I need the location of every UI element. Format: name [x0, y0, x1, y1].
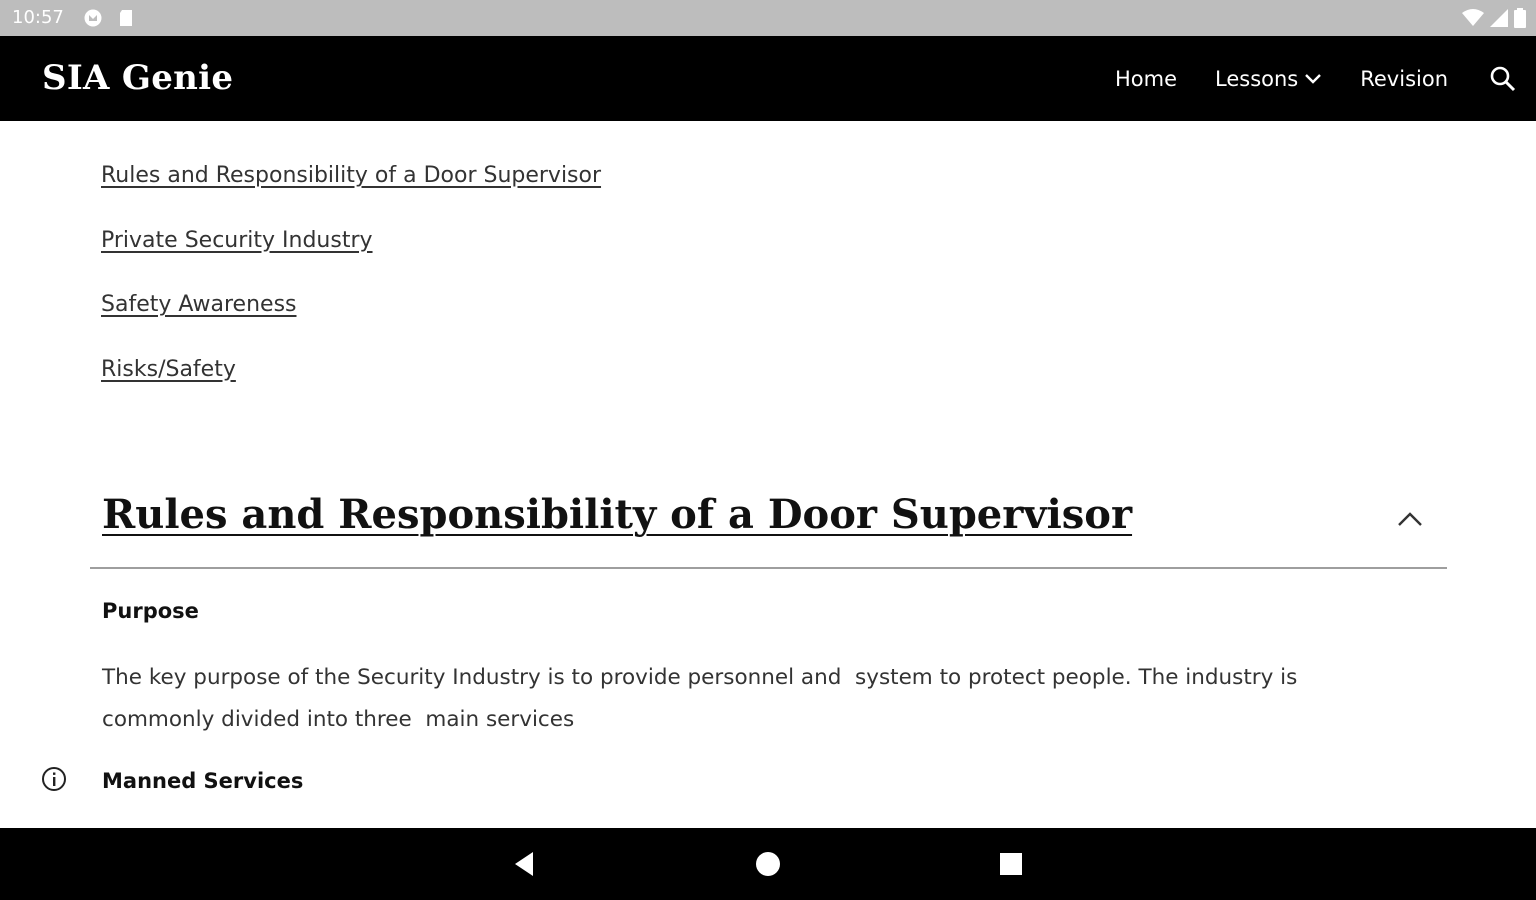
app-header: SIA Genie Home Lessons Revision	[0, 36, 1536, 121]
search-button[interactable]	[1488, 64, 1518, 94]
toc-link-rules[interactable]: Rules and Responsibility of a Door Super…	[101, 161, 601, 226]
status-bar: 10:57	[0, 0, 1536, 36]
section-divider	[90, 567, 1447, 569]
nav-revision-label: Revision	[1360, 66, 1448, 91]
back-button[interactable]	[506, 846, 542, 882]
table-of-contents: Rules and Responsibility of a Door Super…	[101, 161, 601, 419]
toc-link-risks-safety[interactable]: Risks/Safety	[101, 355, 601, 420]
nav-home-label: Home	[1114, 66, 1177, 91]
home-icon	[756, 852, 780, 876]
home-button[interactable]	[750, 846, 786, 882]
info-button[interactable]	[40, 765, 68, 793]
wifi-icon	[1462, 9, 1484, 31]
toc-link-private-security[interactable]: Private Security Industry	[101, 226, 601, 291]
gmail-icon	[84, 9, 102, 27]
system-nav-bar	[0, 828, 1536, 900]
nav-revision-link[interactable]: Revision	[1360, 67, 1448, 91]
sd-card-icon	[118, 9, 136, 27]
back-icon	[515, 852, 533, 876]
nav-lessons-dropdown[interactable]: Lessons	[1215, 67, 1322, 91]
purpose-paragraph: The key purpose of the Security Industry…	[102, 665, 1305, 732]
nav-lessons-label: Lessons	[1215, 66, 1299, 91]
chevron-down-icon	[1305, 73, 1322, 84]
recents-button[interactable]	[993, 846, 1029, 882]
nav-home-link[interactable]: Home	[1115, 67, 1177, 91]
site-title[interactable]: SIA Genie	[42, 58, 233, 98]
collapse-section-button[interactable]	[1392, 505, 1428, 533]
toc-link-safety-awareness[interactable]: Safety Awareness	[101, 290, 601, 355]
signal-icon	[1490, 9, 1508, 31]
purpose-heading: Purpose	[102, 599, 199, 623]
manned-services-heading: Manned Services	[102, 769, 304, 793]
chevron-up-icon	[1398, 512, 1422, 526]
main-nav: Home Lessons Revision	[1077, 36, 1518, 121]
recents-icon	[1000, 853, 1022, 875]
search-icon	[1490, 66, 1516, 91]
section-heading[interactable]: Rules and Responsibility of a Door Super…	[102, 491, 1132, 538]
status-time: 10:57	[12, 7, 64, 28]
main-content: Rules and Responsibility of a Door Super…	[0, 121, 1536, 828]
info-icon	[42, 767, 66, 791]
battery-icon	[1514, 8, 1526, 32]
